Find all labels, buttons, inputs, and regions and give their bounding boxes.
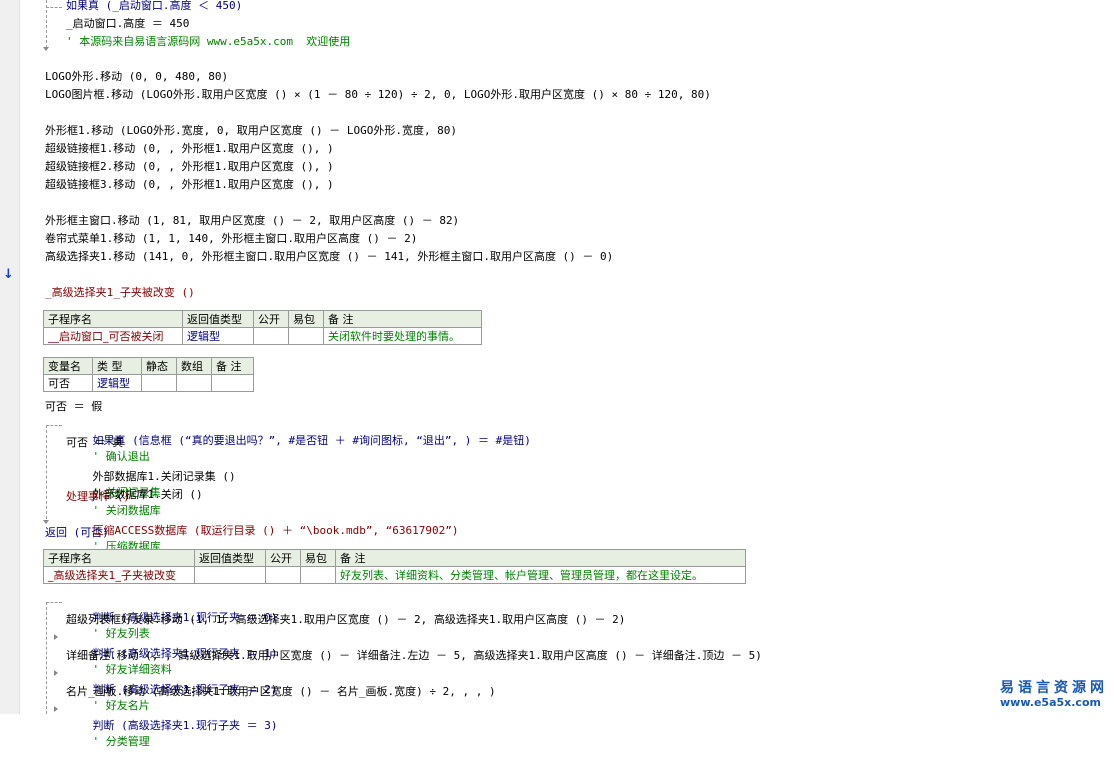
code-line[interactable]: 外形框主窗口.移动 (1, 81, 取用户区宽度 () － 2, 取用户区高度 … xyxy=(45,213,459,229)
subroutine-table: 子程序名 返回值类型 公开 易包 备 注 __启动窗口_可否被关闭 逻辑型 关闭… xyxy=(43,310,482,345)
code-line[interactable]: 超级链接框3.移动 (0, , 外形框1.取用户区宽度 (), ) xyxy=(45,177,334,193)
table-header: 静态 xyxy=(141,357,177,375)
code-line[interactable]: 外部数据库1.关闭 () ' 关闭数据库 xyxy=(66,471,203,517)
code-line[interactable]: 返回 (可否) xyxy=(45,525,109,541)
code-line[interactable]: _高级选择夹1_子夹被改变 () xyxy=(45,285,195,301)
table-cell[interactable] xyxy=(265,566,301,584)
flow-branch-marker xyxy=(54,634,58,640)
table-cell[interactable]: 好友列表、详细资料、分类管理、帐户管理、管理员管理，都在这里设定。 xyxy=(335,566,746,584)
table-cell[interactable]: _高级选择夹1_子夹被改变 xyxy=(43,566,195,584)
code-line[interactable]: 判断 (高级选择夹1.现行子夹 ＝ 0) ' 好友列表 xyxy=(66,594,278,640)
code-line[interactable]: 超级列表框好友录.移动 (1, 1, 高级选择夹1.取用户区宽度 () － 2,… xyxy=(66,612,625,628)
table-header: 类 型 xyxy=(92,357,142,375)
table-header: 返回值类型 xyxy=(182,310,254,328)
watermark-url: www.e5a5x.com xyxy=(1000,696,1101,709)
code-line[interactable]: 处理事件 () xyxy=(66,489,130,505)
flow-end-marker xyxy=(43,520,49,524)
code-line[interactable]: 详细备注.移动 (, , 高级选择夹1.取用户区宽度 () － 详细备注.左边 … xyxy=(66,648,762,664)
code-line[interactable]: 外部数据库1.关闭记录集 () ' 关闭记录集 xyxy=(66,453,236,499)
code-line[interactable]: 超级链接框1.移动 (0, , 外形框1.取用户区宽度 (), ) xyxy=(45,141,334,157)
down-arrow-icon: ↓ xyxy=(3,267,14,282)
table-cell[interactable]: 关闭软件时要处理的事情。 xyxy=(323,327,482,345)
code-line[interactable]: _启动窗口.高度 ＝ 450 xyxy=(66,16,189,32)
code-statement: 压缩ACCESS数据库 (取运行目录 () ＋ “\book.mdb”, “63… xyxy=(92,524,459,537)
flow-guide-line xyxy=(46,7,62,8)
table-header: 公开 xyxy=(253,310,289,328)
table-header: 易包 xyxy=(300,549,336,567)
table-header: 备 注 xyxy=(335,549,746,567)
table-header: 备 注 xyxy=(211,357,254,375)
code-line[interactable]: 外形框1.移动 (LOGO外形.宽度, 0, 取用户区宽度 () － LOGO外… xyxy=(45,123,457,139)
table-header: 变量名 xyxy=(43,357,93,375)
table-cell[interactable] xyxy=(288,327,324,345)
code-line[interactable]: 判断 (高级选择夹1.现行子夹 ＝ 1) ' 好友详细资料 xyxy=(66,630,278,676)
table-cell[interactable] xyxy=(211,374,254,392)
code-keyword: 判断 (高级选择夹1.现行子夹 ＝ 3) xyxy=(92,719,278,732)
flow-guide-line xyxy=(46,602,47,714)
code-line[interactable]: LOGO图片框.移动 (LOGO外形.取用户区宽度 () × (1 － 80 ÷… xyxy=(45,87,711,103)
code-line[interactable]: 超级链接框2.移动 (0, , 外形框1.取用户区宽度 (), ) xyxy=(45,159,334,175)
table-cell[interactable] xyxy=(194,566,266,584)
code-keyword: 如果真 (信息框 (“真的要退出吗？”, #是否钮 ＋ #询问图标, “退出”,… xyxy=(92,434,531,447)
table-cell[interactable] xyxy=(176,374,212,392)
flow-guide-line xyxy=(46,602,62,603)
code-comment: ' 分类管理 xyxy=(92,735,150,748)
table-header: 子程序名 xyxy=(43,549,195,567)
code-line[interactable]: 高级选择夹1.移动 (141, 0, 外形框主窗口.取用户区宽度 () － 14… xyxy=(45,249,613,265)
table-header: 易包 xyxy=(288,310,324,328)
code-comment[interactable]: ' 本源码来自易语言源码网 www.e5a5x.com 欢迎使用 xyxy=(66,34,350,50)
code-line[interactable]: 判断 (高级选择夹1.现行子夹 ＝ 2) ' 好友名片 xyxy=(66,666,278,712)
table-header: 公开 xyxy=(265,549,301,567)
code-line[interactable]: 如果真 (信息框 (“真的要退出吗？”, #是否钮 ＋ #询问图标, “退出”,… xyxy=(66,417,531,463)
subroutine-table: 子程序名 返回值类型 公开 易包 备 注 _高级选择夹1_子夹被改变 好友列表、… xyxy=(43,549,746,584)
code-line[interactable]: 名片_画板.移动 (高级选择夹1.取用户区宽度 () － 名片_画板.宽度) ÷… xyxy=(66,684,496,700)
code-line[interactable]: 判断 (高级选择夹1.现行子夹 ＝ 3) ' 分类管理 xyxy=(66,702,278,748)
table-header: 返回值类型 xyxy=(194,549,266,567)
table-header: 子程序名 xyxy=(43,310,183,328)
table-cell[interactable] xyxy=(253,327,289,345)
table-cell[interactable]: 可否 xyxy=(43,374,93,392)
code-line[interactable]: 如果真 (_启动窗口.高度 ＜ 450) xyxy=(66,0,242,14)
code-line[interactable]: 可否 ＝ 真 xyxy=(66,435,123,451)
table-header: 备 注 xyxy=(323,310,482,328)
flow-guide-line xyxy=(46,425,47,519)
code-line[interactable]: 压缩ACCESS数据库 (取运行目录 () ＋ “\book.mdb”, “63… xyxy=(66,507,459,553)
table-cell[interactable]: __启动窗口_可否被关闭 xyxy=(43,327,183,345)
table-cell[interactable] xyxy=(141,374,177,392)
flow-branch-marker xyxy=(54,706,58,712)
code-line[interactable]: 可否 ＝ 假 xyxy=(45,399,102,415)
table-cell[interactable]: 逻辑型 xyxy=(92,374,142,392)
watermark-title: 易语言资源网 xyxy=(1000,680,1108,696)
flow-guide-line xyxy=(46,425,62,426)
variable-table: 变量名 类 型 静态 数组 备 注 可否 逻辑型 xyxy=(43,357,254,392)
code-line[interactable]: LOGO外形.移动 (0, 0, 480, 80) xyxy=(45,69,228,85)
table-header: 数组 xyxy=(176,357,212,375)
code-line[interactable]: 卷帘式菜单1.移动 (1, 1, 140, 外形框主窗口.取用户区高度 () －… xyxy=(45,231,417,247)
flow-branch-marker xyxy=(54,670,58,676)
flow-end-marker xyxy=(43,47,49,51)
editor-gutter xyxy=(0,0,20,714)
table-cell[interactable]: 逻辑型 xyxy=(182,327,254,345)
table-cell[interactable] xyxy=(300,566,336,584)
